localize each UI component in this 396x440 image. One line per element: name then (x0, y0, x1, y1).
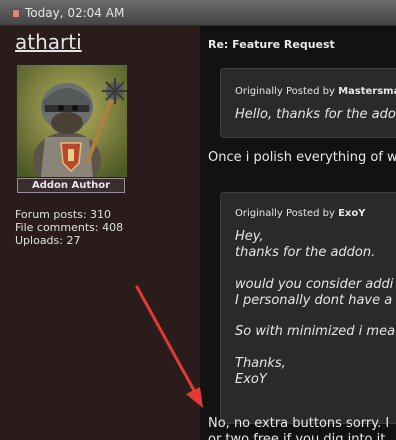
quote-attribution: Originally Posted by Mastersma (235, 86, 396, 97)
author-sidebar: atharti Addon Author Forum posts: 310 Fi… (0, 26, 200, 440)
quote-line: thanks for the addon. (235, 245, 376, 260)
post-icon (12, 9, 20, 18)
reply-text-2-line-2: or two free if you dig into it (208, 432, 386, 440)
author-avatar[interactable] (16, 64, 128, 178)
quote-attribution: Originally Posted by ExoY (235, 208, 365, 219)
avatar-image (17, 65, 127, 177)
quote-prefix: Originally Posted by (235, 208, 335, 219)
quote-line: Thanks, (235, 356, 286, 371)
post-title: Re: Feature Request (208, 38, 335, 51)
quote-block-1: Originally Posted by Mastersma Hello, th… (220, 68, 396, 138)
quote-line: I personally dont have a (235, 293, 393, 308)
quote-line: Hey, (235, 229, 264, 244)
quote-line: would you consider addi (235, 277, 394, 292)
forum-posts-count: Forum posts: 310 (15, 208, 112, 221)
quote-text: Hello, thanks for the ado (235, 107, 396, 122)
author-username-link[interactable]: atharti (15, 30, 82, 54)
quote-author[interactable]: Mastersma (338, 86, 396, 97)
reply-text-1: Once i polish everything of w (208, 150, 396, 165)
quote-prefix: Originally Posted by (235, 86, 335, 97)
post-timestamp: Today, 02:04 AM (25, 6, 125, 20)
post-body: Re: Feature Request Originally Posted by… (200, 26, 396, 440)
author-stats: Forum posts: 310 File comments: 408 Uplo… (15, 208, 123, 247)
file-comments-count: File comments: 408 (15, 221, 124, 234)
author-rank-badge: Addon Author (17, 178, 125, 193)
uploads-count: Uploads: 27 (15, 234, 81, 247)
post-header-bar: Today, 02:04 AM (0, 0, 396, 26)
quote-block-2: Originally Posted by ExoY Hey, thanks fo… (220, 192, 396, 424)
quote-author[interactable]: ExoY (338, 208, 365, 219)
quote-line: ExoY (235, 372, 267, 387)
quote-line: So with minimized i mea (235, 324, 396, 339)
reply-text-2-line-1: No, no extra buttons sorry. I (208, 416, 390, 431)
